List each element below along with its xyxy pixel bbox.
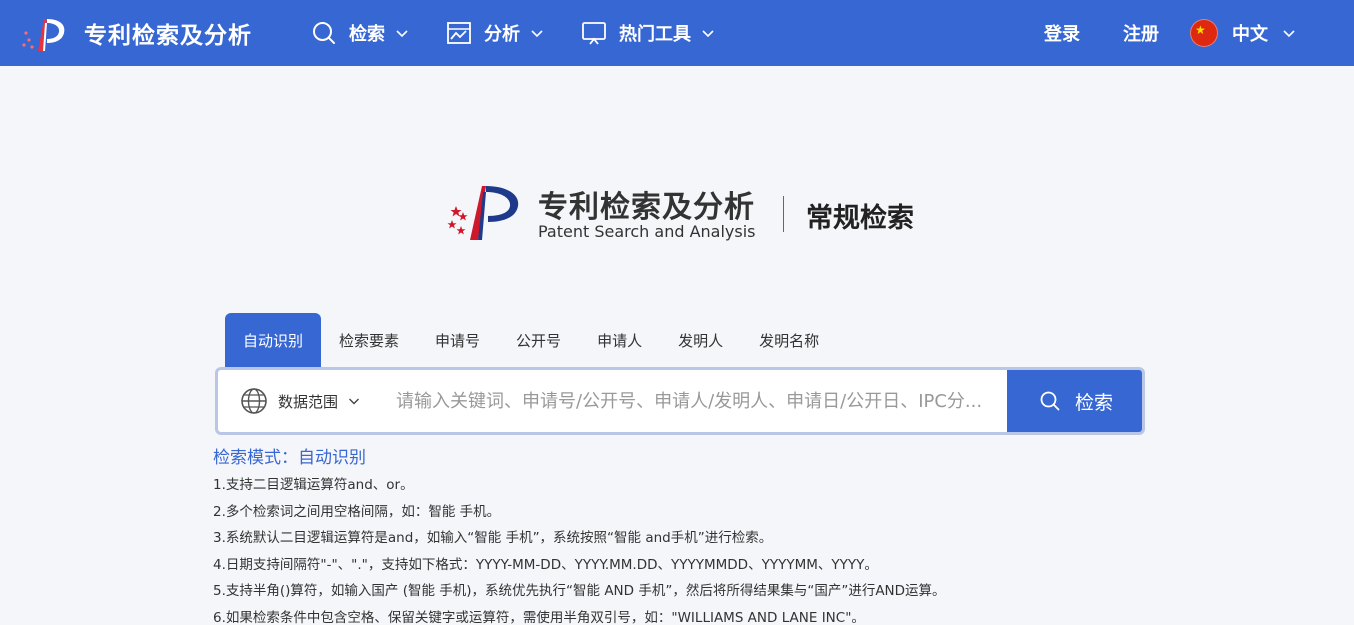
top-header: 专利检索及分析 检索 分析 热门工具 登录 注册 ★ 中文 (0, 0, 1354, 66)
logo-subtitle: 常规检索 (806, 203, 914, 234)
login-link[interactable]: 登录 (1044, 0, 1080, 66)
language-label: 中文 (1232, 24, 1268, 45)
chevron-down-icon (395, 26, 409, 40)
nav-tools-label: 热门工具 (619, 24, 691, 45)
search-icon (1039, 390, 1061, 412)
data-scope-label: 数据范围 (278, 392, 339, 411)
data-scope-dropdown[interactable]: 数据范围 (240, 370, 360, 432)
patent-logo-icon (447, 186, 519, 240)
hint-item: 6.如果检索条件中包含空格、保留关键字或运算符，需使用半角双引号，如："WILL… (213, 609, 865, 625)
search-hints: 1.支持二目逻辑运算符and、or。 2.多个检索词之间用空格间隔，如：智能 手… (213, 472, 946, 625)
nav-analysis-label: 分析 (484, 24, 520, 45)
search-input[interactable] (396, 370, 996, 432)
hint-item: 2.多个检索词之间用空格间隔，如：智能 手机。 (213, 503, 501, 520)
nav-tools[interactable]: 热门工具 (581, 0, 715, 66)
nav-analysis[interactable]: 分析 (446, 0, 544, 66)
logo-title-en: Patent Search and Analysis (538, 222, 756, 241)
china-flag-icon: ★ (1190, 19, 1218, 47)
nav-search-label: 检索 (349, 24, 385, 45)
hint-item: 3.系统默认二目逻辑运算符是and，如输入“智能 手机”，系统按照“智能 and… (213, 530, 773, 546)
globe-icon (240, 387, 268, 415)
monitor-icon (581, 20, 607, 46)
tab-search-elements[interactable]: 检索要素 (321, 313, 417, 367)
tab-applicant[interactable]: 申请人 (579, 313, 660, 367)
language-selector[interactable]: ★ 中文 (1190, 0, 1296, 66)
chevron-down-icon (348, 395, 360, 407)
search-button-label: 检索 (1074, 391, 1113, 414)
tab-invention-title[interactable]: 发明名称 (741, 313, 837, 367)
brand[interactable]: 专利检索及分析 (20, 13, 252, 53)
nav-search[interactable]: 检索 (311, 0, 409, 66)
search-button[interactable]: 检索 (1007, 370, 1142, 432)
logo-divider (783, 196, 784, 232)
chart-icon (446, 20, 472, 46)
search-box: 数据范围 检索 (215, 367, 1145, 435)
hint-item: 1.支持二目逻辑运算符and、or。 (213, 477, 414, 493)
search-type-tabs: 自动识别 检索要素 申请号 公开号 申请人 发明人 发明名称 (225, 313, 837, 367)
chevron-down-icon (701, 26, 715, 40)
search-mode-text: 检索模式：自动识别 (213, 448, 366, 468)
chevron-down-icon (1282, 26, 1296, 40)
register-link[interactable]: 注册 (1123, 0, 1159, 66)
brand-title: 专利检索及分析 (84, 23, 252, 49)
logo-title-cn: 专利检索及分析 (538, 190, 755, 225)
tab-publication-number[interactable]: 公开号 (498, 313, 579, 367)
hint-item: 5.支持半角()算符，如输入国产 (智能 手机)，系统优先执行“智能 AND 手… (213, 583, 946, 599)
hint-item: 4.日期支持间隔符"-"、"."，支持如下格式：YYYY-MM-DD、YYYY.… (213, 556, 878, 573)
center-logo: 专利检索及分析 Patent Search and Analysis 常规检索 (446, 178, 936, 244)
tab-inventor[interactable]: 发明人 (660, 313, 741, 367)
tab-auto-detect[interactable]: 自动识别 (225, 313, 322, 367)
search-icon (311, 20, 337, 46)
tab-application-number[interactable]: 申请号 (417, 313, 498, 367)
chevron-down-icon (530, 26, 544, 40)
brand-logo-icon (22, 19, 65, 51)
